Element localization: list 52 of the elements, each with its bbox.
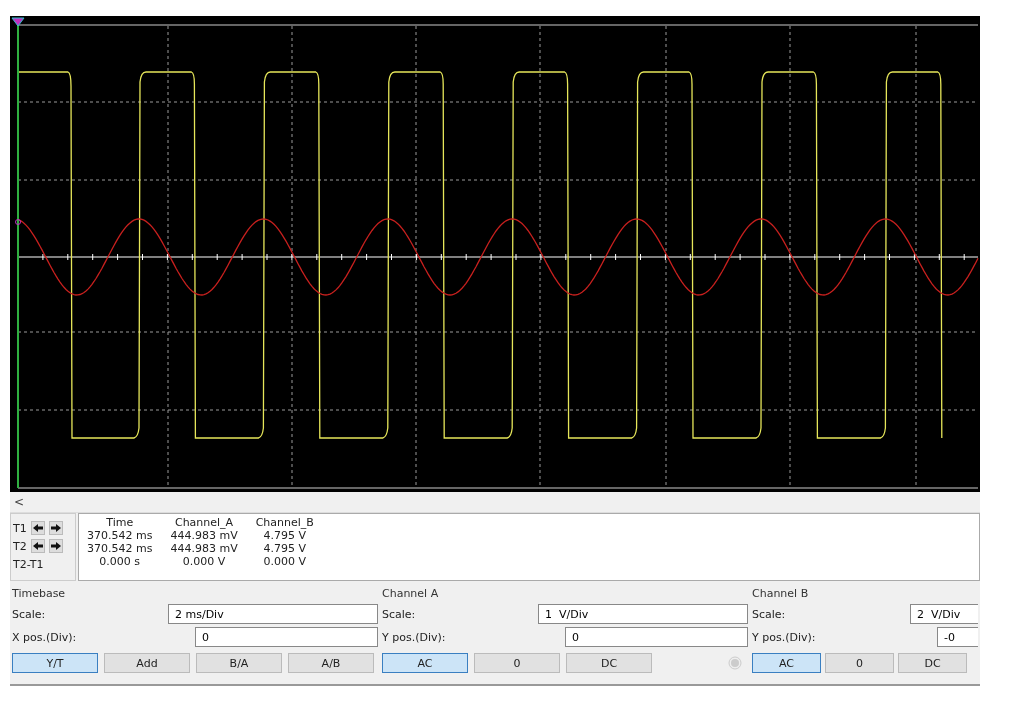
table-cell: 444.983 mV [170,529,238,542]
left-arrow-icon [32,541,43,551]
cursor-label: T2 [13,539,27,553]
input-field[interactable]: 0 [195,627,378,647]
mode-button[interactable]: B/A [196,653,282,673]
field-label: Scale: [382,607,417,621]
move-right-button[interactable] [48,539,63,553]
right-arrow-icon [50,541,61,551]
move-right-button[interactable] [48,521,63,535]
cursor-handle-icon[interactable] [11,17,25,27]
mode-button[interactable]: DC [898,653,967,673]
input-field[interactable]: 2 ms/Div [168,604,378,624]
table-cell: 4.795 V [263,529,307,542]
right-arrow-icon [50,523,61,533]
scroll-left-arrow[interactable]: < [14,495,25,509]
table-cell: 0.000 s [99,555,141,568]
mode-button[interactable]: Y/T [12,653,98,673]
mode-button[interactable]: A/B [288,653,374,673]
input-field[interactable]: 0 [565,627,748,647]
group-title: Timebase [12,587,67,601]
column-header: Time [106,516,134,529]
input-field[interactable]: 2 V/Div [910,604,978,624]
mode-button[interactable]: DC [566,653,652,673]
radio-icon[interactable] [728,656,742,670]
mode-button[interactable]: AC [752,653,821,673]
field-label: X pos.(Div): [12,630,78,644]
mode-button[interactable]: AC [382,653,468,673]
table-cell: 444.983 mV [170,542,238,555]
move-left-button[interactable] [30,539,45,553]
column-header: Channel_B [255,516,314,529]
field-label: Scale: [752,607,787,621]
input-field[interactable]: 1 V/Div [538,604,748,624]
table-cell: 370.542 ms [87,542,153,555]
move-left-button[interactable] [30,521,45,535]
cursor-label: T1 [13,521,27,535]
input-field[interactable]: -0 [937,627,978,647]
column-header: Channel_A [174,516,234,529]
table-cell: 4.795 V [263,542,307,555]
left-arrow-icon [32,523,43,533]
mode-button[interactable]: 0 [825,653,894,673]
table-cell: 0.000 V [263,555,307,568]
field-label: Scale: [12,607,47,621]
marker-icon [15,219,21,225]
field-label: Y pos.(Div): [382,630,447,644]
group-title: Channel B [752,587,810,601]
field-label: Y pos.(Div): [752,630,817,644]
group-title: Channel A [382,587,440,601]
mode-button[interactable]: Add [104,653,190,673]
table-cell: 0.000 V [182,555,226,568]
cursor-label: T2-T1 [13,557,44,571]
mode-button[interactable]: 0 [474,653,560,673]
table-cell: 370.542 ms [87,529,153,542]
